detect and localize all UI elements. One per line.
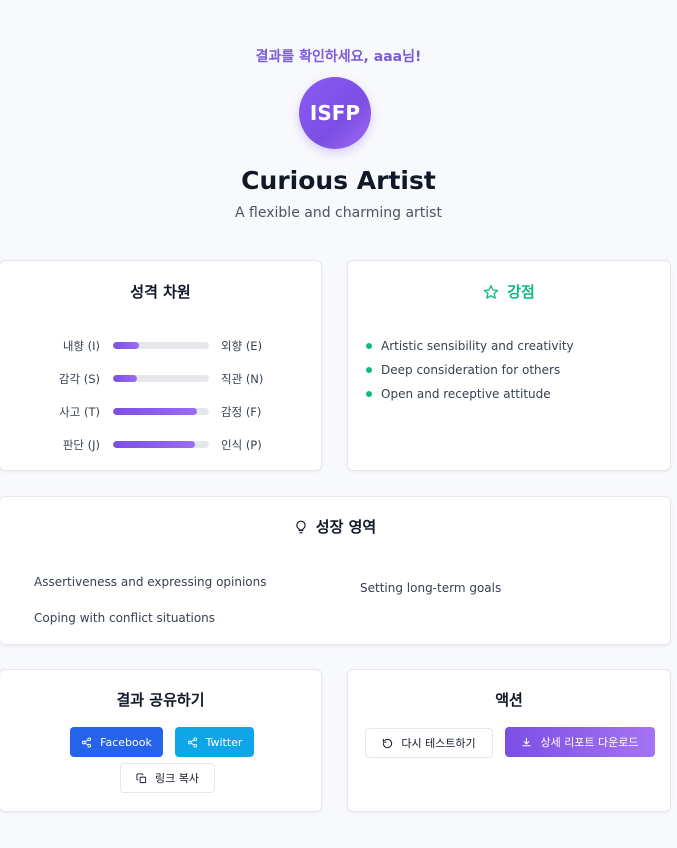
retake-test-button[interactable]: 다시 테스트하기 [365, 728, 493, 758]
growth-title: 성장 영역 [315, 518, 377, 536]
greeting-text: 결과를 확인하세요, aaa님! [255, 49, 422, 65]
type-name-title: Curious Artist [241, 166, 436, 195]
share-title: 결과 공유하기 [116, 691, 205, 709]
dimension-progress-fill [113, 408, 197, 415]
growth-item: Setting long-term goals [360, 581, 502, 595]
copy-link-label: 링크 복사 [155, 772, 199, 785]
growth-header: 성장 영역 [0, 516, 670, 537]
dimension-progress-fill [113, 375, 137, 382]
star-icon [483, 284, 499, 300]
growth-item: Coping with conflict situations [34, 611, 216, 625]
dimension-progress-track [113, 375, 209, 382]
dimensions-title: 성격 차원 [130, 283, 191, 301]
dimension-row: 사고 (T) 감정 (F) [0, 404, 321, 420]
bullet-dot [366, 391, 372, 397]
actions-title: 액션 [495, 691, 523, 709]
copy-icon [136, 772, 147, 783]
strength-item: Deep consideration for others [366, 363, 560, 377]
refresh-icon [383, 738, 393, 748]
strength-item: Open and receptive attitude [366, 387, 551, 401]
strengths-title: 강점 [507, 283, 535, 301]
type-code-badge: ISFP [299, 77, 371, 149]
dimension-progress-track [113, 441, 209, 448]
download-label: 상세 리포트 다운로드 [540, 736, 639, 749]
retake-label: 다시 테스트하기 [401, 737, 476, 750]
dimension-progress-fill [113, 441, 195, 448]
facebook-share-button[interactable]: Facebook [70, 727, 163, 757]
download-icon [522, 737, 532, 746]
bullet-dot [366, 367, 372, 373]
actions-card: 액션 다시 테스트하기 상세 리포트 다운로드 [347, 669, 671, 812]
strengths-header: 강점 [348, 281, 670, 302]
lightbulb-icon [294, 519, 308, 535]
share-icon [82, 736, 92, 748]
dimension-right-label: 외향 (E) [221, 339, 263, 353]
bullet-dot [366, 343, 372, 349]
strength-text: Open and receptive attitude [381, 387, 551, 401]
dimension-left-label: 판단 (J) [62, 438, 100, 452]
dimension-left-label: 감각 (S) [58, 372, 100, 386]
dimension-left-label: 사고 (T) [59, 405, 100, 419]
dimensions-card: 성격 차원 내향 (I) 외향 (E) 감각 (S) 직관 (N) 사고 (T) 감정 (… [0, 260, 322, 471]
download-report-button[interactable]: 상세 리포트 다운로드 [505, 727, 655, 757]
dimension-row: 판단 (J) 인식 (P) [0, 437, 321, 453]
twitter-share-button[interactable]: Twitter [175, 727, 254, 757]
dimension-right-label: 직관 (N) [221, 372, 264, 386]
facebook-label: Facebook [100, 735, 152, 749]
twitter-label: Twitter [205, 735, 243, 749]
strength-item: Artistic sensibility and creativity [366, 339, 574, 353]
copy-link-button[interactable]: 링크 복사 [120, 763, 215, 793]
strength-text: Artistic sensibility and creativity [381, 339, 574, 353]
growth-card: 성장 영역 Assertiveness and expressing opini… [0, 496, 671, 645]
dimension-progress-track [113, 342, 209, 349]
dimension-row: 감각 (S) 직관 (N) [0, 371, 321, 387]
share-icon [187, 736, 197, 748]
growth-item: Assertiveness and expressing opinions [34, 575, 267, 589]
strength-text: Deep consideration for others [381, 363, 561, 377]
dimension-row: 내향 (I) 외향 (E) [0, 338, 321, 354]
dimension-right-label: 인식 (P) [221, 438, 262, 452]
share-card: 결과 공유하기 Facebook Twitter 링크 복사 [0, 669, 322, 812]
dimension-left-label: 내향 (I) [62, 339, 100, 353]
strengths-card: 강점 Artistic sensibility and creativity D… [347, 260, 671, 471]
dimension-progress-track [113, 408, 209, 415]
dimension-progress-fill [113, 342, 139, 349]
type-description: A flexible and charming artist [235, 205, 442, 221]
dimension-right-label: 감정 (F) [221, 405, 262, 419]
